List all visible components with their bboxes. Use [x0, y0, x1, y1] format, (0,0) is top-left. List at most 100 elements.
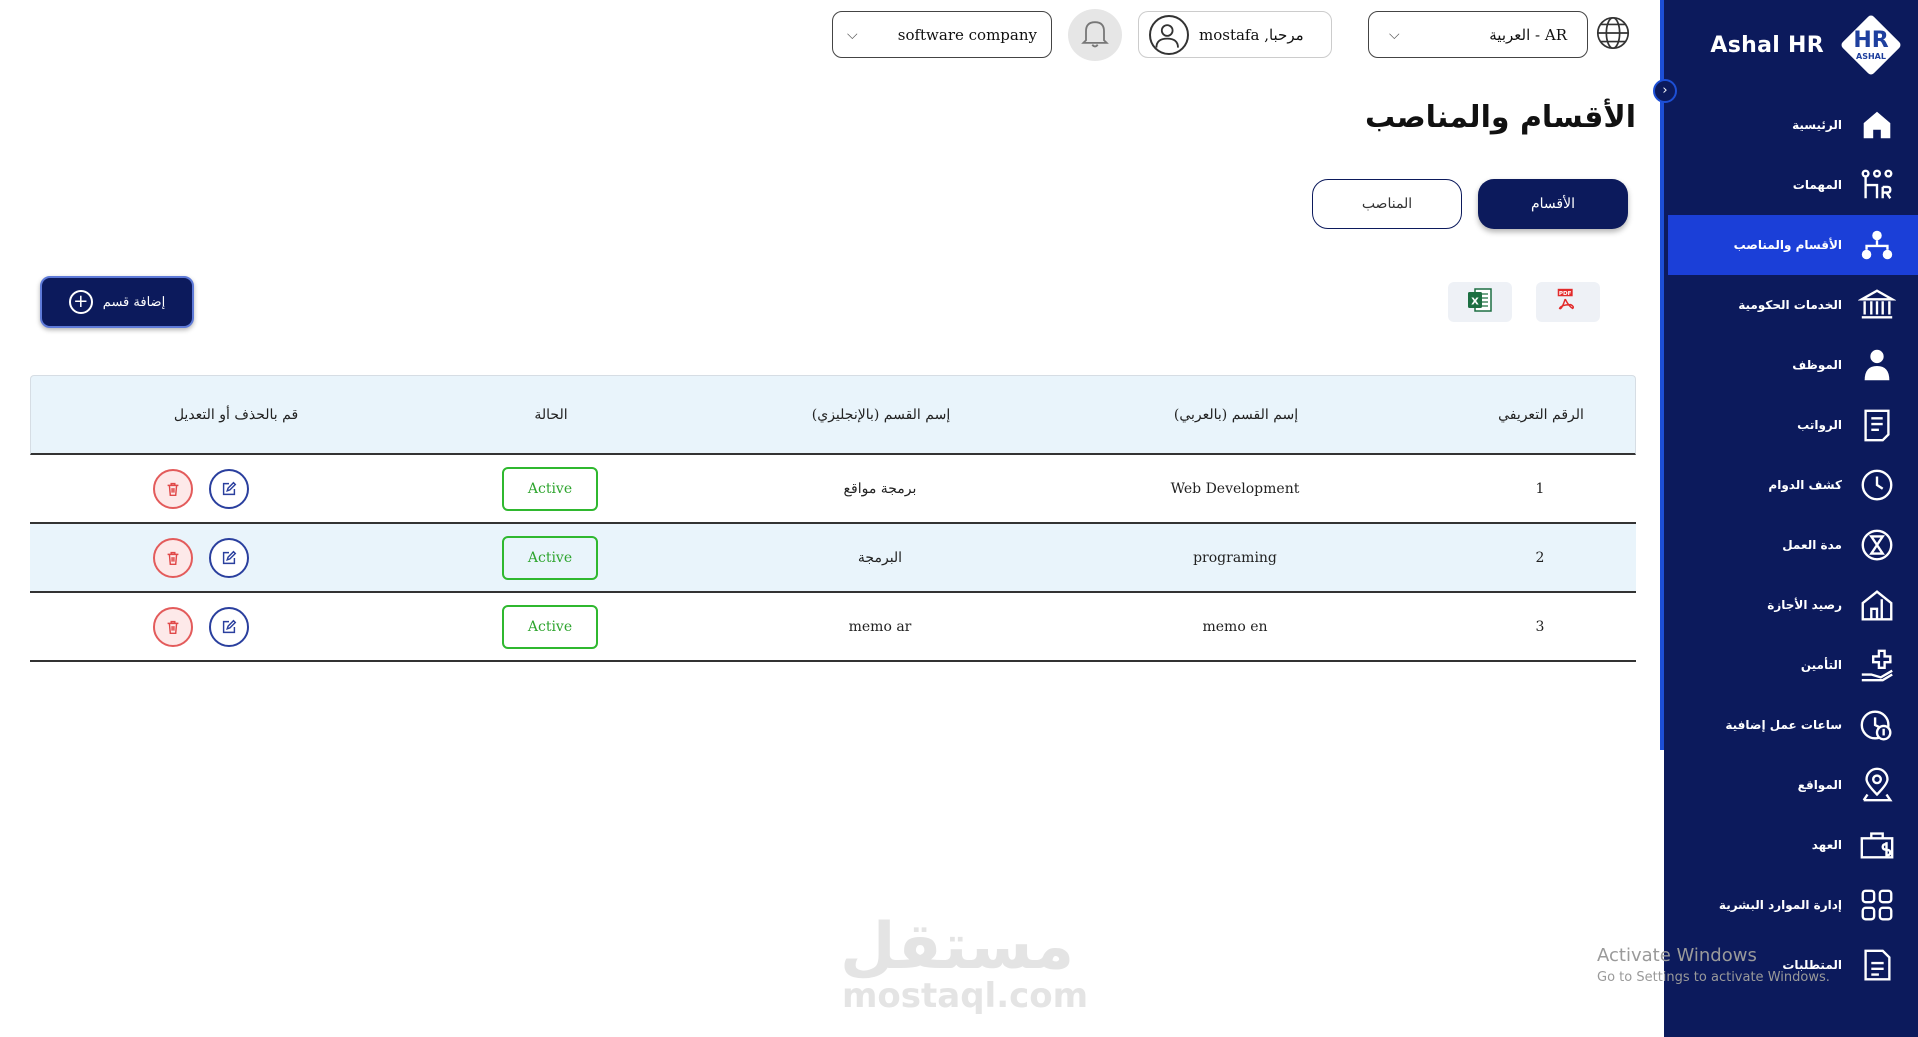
avatar — [1149, 14, 1189, 55]
watermark-latin: mostaql.com — [842, 976, 1089, 1016]
logo-sub: ASHAL — [1856, 52, 1886, 61]
sidebar-item-custody[interactable]: العهد — [1668, 815, 1918, 875]
sidebar-nav: الرئيسية المهمات الأقسام والمناصب الخدما… — [1668, 95, 1918, 995]
sidebar-collapse-button[interactable]: › — [1653, 79, 1677, 103]
status-badge: Active — [502, 604, 598, 649]
grid-icon — [1856, 884, 1898, 926]
cell-name-en: memo ar — [848, 618, 912, 635]
home-icon — [1856, 104, 1898, 146]
chevron-down-icon: ⌵ — [1389, 26, 1400, 43]
table-row: 3 memo en memo ar Active — [30, 593, 1636, 662]
excel-icon: X — [1465, 285, 1495, 319]
delete-button[interactable] — [153, 607, 193, 647]
briefcase-money-icon — [1856, 824, 1898, 866]
brand-name: Ashal HR — [1710, 32, 1824, 58]
status-badge: Active — [502, 535, 598, 580]
edit-icon — [222, 550, 237, 565]
cell-status: Active — [440, 593, 660, 660]
cell-name-en: برمجة مواقع — [843, 480, 917, 497]
edit-button[interactable] — [209, 538, 249, 578]
sidebar-item-home[interactable]: الرئيسية — [1668, 95, 1918, 155]
trash-icon — [167, 551, 179, 566]
sidebar-item-locations[interactable]: المواقع — [1668, 755, 1918, 815]
table-row: 1 Web Development برمجة مواقع Active — [30, 455, 1636, 524]
bell-icon — [1077, 15, 1113, 55]
logo-mark: HR — [1853, 28, 1889, 53]
globe-icon[interactable] — [1594, 14, 1632, 52]
sidebar-item-label: التأمين — [1800, 658, 1842, 672]
chevron-down-icon: ⌵ — [847, 26, 858, 43]
plus-circle-icon: + — [68, 290, 93, 314]
header-actions: قم بالحذف أو التعديل — [173, 406, 299, 423]
notifications-button[interactable] — [1068, 9, 1122, 61]
sidebar-item-label: الرئيسية — [1792, 118, 1842, 132]
sidebar-item-label: الرواتب — [1797, 418, 1842, 432]
sidebar-item-employee[interactable]: الموظف — [1668, 335, 1918, 395]
edit-icon — [222, 619, 237, 634]
user-icon — [1856, 344, 1898, 386]
edit-button[interactable] — [209, 607, 249, 647]
logo: HR ASHAL — [1838, 12, 1904, 78]
cell-id: 2 — [1535, 549, 1545, 566]
sidebar-item-label: كشف الدوام — [1768, 478, 1842, 492]
sidebar-item-tasks[interactable]: المهمات — [1668, 155, 1918, 215]
overtime-clock-icon — [1856, 704, 1898, 746]
export-pdf-button[interactable]: PDF — [1536, 282, 1600, 322]
sidebar: Ashal HR HR ASHAL الرئيسية المهمات الأقس… — [1664, 0, 1918, 1037]
delete-button[interactable] — [153, 538, 193, 578]
header-status: الحالة — [534, 406, 568, 423]
tasks-icon — [1856, 164, 1898, 206]
sidebar-item-vacation-balance[interactable]: رصيد الأجازة — [1668, 575, 1918, 635]
user-greeting: مرحبا, mostafa — [1199, 25, 1304, 44]
sidebar-item-label: رصيد الأجازة — [1767, 598, 1842, 612]
sidebar-item-hr-management[interactable]: إدارة الموارد البشرية — [1668, 875, 1918, 935]
windows-activation-subtitle: Go to Settings to activate Windows. — [1597, 970, 1830, 985]
header-name-ar: إسم القسم (بالعربي) — [1173, 406, 1299, 423]
payroll-icon — [1856, 404, 1898, 446]
sidebar-item-label: ساعات عمل إضافية — [1725, 718, 1842, 732]
sidebar-item-label: المواقع — [1797, 778, 1842, 792]
company-select[interactable]: ⌵ software company — [832, 11, 1052, 58]
cell-status: Active — [440, 524, 660, 591]
pdf-icon: PDF — [1554, 286, 1582, 318]
cell-name-ar: Web Development — [1170, 480, 1300, 497]
cell-name-en: البرمجة — [857, 549, 903, 566]
add-department-button[interactable]: + إضافة قسم — [40, 276, 194, 328]
org-chart-icon — [1856, 224, 1898, 266]
sidebar-item-insurance[interactable]: التأمين — [1668, 635, 1918, 695]
location-pin-icon — [1856, 764, 1898, 806]
hourglass-icon — [1856, 524, 1898, 566]
brand[interactable]: Ashal HR HR ASHAL — [1710, 12, 1904, 78]
insurance-hand-icon — [1856, 644, 1898, 686]
header-id: الرقم التعريفي — [1498, 406, 1584, 423]
edit-button[interactable] — [209, 469, 249, 509]
user-menu[interactable]: مرحبا, mostafa — [1138, 11, 1332, 58]
excel-label: X — [1471, 297, 1479, 308]
windows-activation-title: Activate Windows — [1597, 945, 1757, 966]
language-select[interactable]: ⌵ العربية - AR — [1368, 11, 1588, 58]
sidebar-item-overtime[interactable]: ساعات عمل إضافية — [1668, 695, 1918, 755]
sidebar-item-label: إدارة الموارد البشرية — [1718, 898, 1842, 912]
sidebar-item-departments[interactable]: الأقسام والمناصب — [1668, 215, 1918, 275]
sidebar-item-label: الموظف — [1792, 358, 1842, 372]
edit-icon — [222, 481, 237, 496]
sidebar-item-work-duration[interactable]: مدة العمل — [1668, 515, 1918, 575]
delete-button[interactable] — [153, 469, 193, 509]
row-actions — [153, 607, 249, 647]
requirements-doc-icon — [1856, 944, 1898, 986]
cell-status: Active — [440, 455, 660, 522]
sidebar-item-label: الخدمات الحكومية — [1738, 298, 1842, 312]
sidebar-item-attendance[interactable]: كشف الدوام — [1668, 455, 1918, 515]
row-actions — [153, 469, 249, 509]
sidebar-item-payroll[interactable]: الرواتب — [1668, 395, 1918, 455]
tab-positions[interactable]: المناصب — [1312, 179, 1462, 229]
tab-departments[interactable]: الأقسام — [1478, 179, 1628, 229]
sidebar-item-label: الأقسام والمناصب — [1733, 238, 1842, 252]
sidebar-item-government-services[interactable]: الخدمات الحكومية — [1668, 275, 1918, 335]
sidebar-item-label: مدة العمل — [1782, 538, 1842, 552]
cell-id: 1 — [1535, 480, 1545, 497]
status-badge: Active — [502, 466, 598, 511]
export-excel-button[interactable]: X — [1448, 282, 1512, 322]
cell-id: 3 — [1535, 618, 1545, 635]
vacation-house-icon — [1856, 584, 1898, 626]
